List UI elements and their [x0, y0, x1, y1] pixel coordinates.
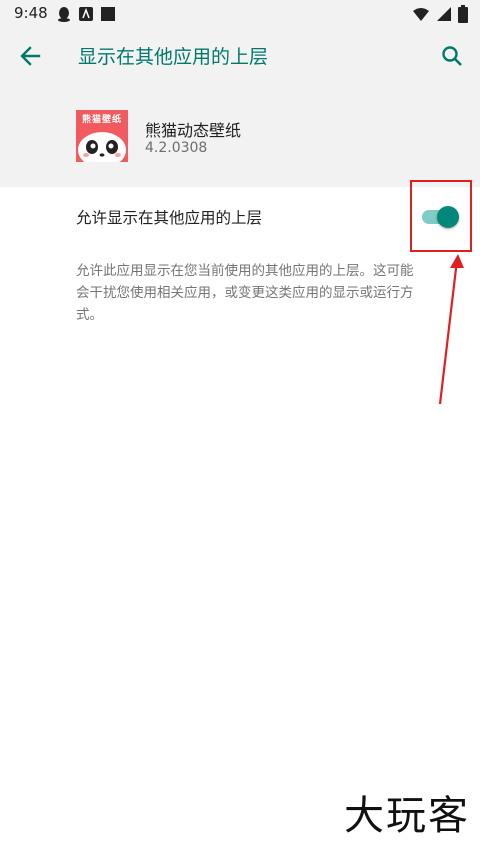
- wifi-icon: [413, 8, 429, 21]
- panda-face-icon: [78, 132, 126, 162]
- back-button[interactable]: [14, 40, 46, 72]
- search-button[interactable]: [436, 40, 468, 72]
- app-notification-icon: [79, 7, 93, 21]
- annotation-highlight-box: [410, 180, 472, 252]
- setting-label: 允许显示在其他应用的上层: [76, 209, 263, 227]
- overlay-permission-setting-row[interactable]: 允许显示在其他应用的上层: [0, 187, 480, 245]
- square-notification-icon: [101, 7, 115, 21]
- setting-description: 允许此应用显示在您当前使用的其他应用的上层。这可能会干扰您使用相关应用，或变更这…: [76, 263, 414, 323]
- panda-app-icon: 熊猫壁纸: [76, 110, 128, 162]
- app-name: 熊猫动态壁纸: [145, 121, 242, 140]
- app-version: 4.2.0308: [145, 140, 208, 156]
- signal-icon: [437, 7, 451, 21]
- arrow-back-icon: [20, 46, 41, 66]
- battery-icon: [458, 5, 468, 23]
- status-time: 9:48: [14, 4, 48, 22]
- qq-notification-icon: [58, 7, 70, 22]
- watermark: 大玩客: [344, 793, 470, 839]
- app-info-header: 熊猫壁纸 熊猫动态壁纸 4.2.0308: [0, 100, 480, 170]
- search-icon: [442, 46, 462, 66]
- app-bar: 显示在其他应用的上层: [0, 28, 480, 84]
- page-title: 显示在其他应用的上层: [78, 46, 269, 68]
- annotation-arrow-icon: [438, 254, 464, 405]
- status-bar: 9:48: [0, 0, 480, 28]
